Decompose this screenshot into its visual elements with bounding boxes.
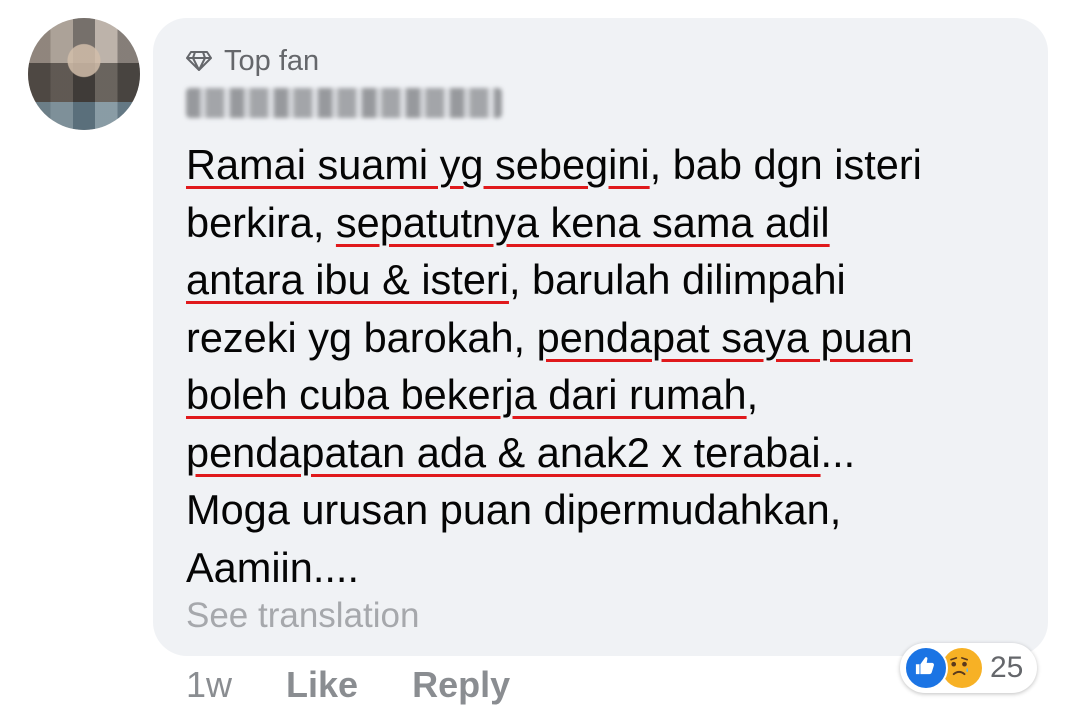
commenter-name-blurred[interactable] [186, 88, 502, 118]
comment-phrase: rezeki yg barokah, [186, 313, 537, 361]
comment-line: Ramai suami yg sebegini, bab dgn isteri [186, 136, 1016, 194]
like-reaction-icon [904, 646, 948, 690]
underlined-phrase: sepatutnya kena sama adil [335, 198, 830, 246]
comment-line: pendapatan ada & anak2 x terabai... [186, 424, 1016, 482]
underlined-phrase: boleh cuba bekerja dari rumah [186, 371, 747, 418]
comment-line: Moga urusan puan dipermudahkan, [186, 481, 1016, 539]
badge-label: Top fan [224, 44, 320, 77]
underlined-phrase: antara ibu & isteri [186, 256, 509, 303]
top-fan-badge: Top fan [186, 43, 319, 79]
comment-timestamp[interactable]: 1w [186, 664, 232, 706]
underlined-phrase: Ramai suami yg sebegini [186, 141, 650, 188]
see-translation-link[interactable]: See translation [186, 596, 419, 636]
reply-button[interactable]: Reply [412, 664, 510, 706]
reactions-summary[interactable]: 25 [900, 643, 1038, 693]
comment-phrase: , bab dgn isteri [649, 141, 922, 188]
avatar-blurred-image [28, 18, 140, 130]
diamond-icon [186, 51, 212, 71]
comment-phrase: , barulah dilimpahi [508, 256, 846, 303]
underlined-phrase: pendapatan ada & anak2 x terabai [186, 428, 821, 476]
comment-line: rezeki yg barokah, pendapat saya puan [186, 309, 1016, 367]
comment-phrase: berkira, [186, 198, 336, 246]
comment-line: boleh cuba bekerja dari rumah, [186, 366, 1016, 424]
underlined-phrase: pendapat saya puan [536, 313, 913, 361]
comment-phrase: , [746, 371, 759, 418]
comment-text: Ramai suami yg sebegini, bab dgn isteri b… [186, 136, 1016, 596]
reaction-count: 25 [990, 651, 1024, 684]
comment-line: Aamiin.... [186, 539, 1016, 597]
comment-line: antara ibu & isteri, barulah dilimpahi [186, 251, 1016, 309]
comment-line: berkira, sepatutnya kena sama adil [186, 194, 1016, 252]
commenter-avatar[interactable] [28, 18, 140, 130]
like-button[interactable]: Like [286, 664, 358, 706]
comment-phrase: ... [820, 428, 856, 476]
comment-actions: 1w Like Reply [186, 664, 510, 706]
comment-phrase: Aamiin.... [186, 543, 359, 591]
comment-phrase: Moga urusan puan dipermudahkan, [186, 486, 842, 533]
